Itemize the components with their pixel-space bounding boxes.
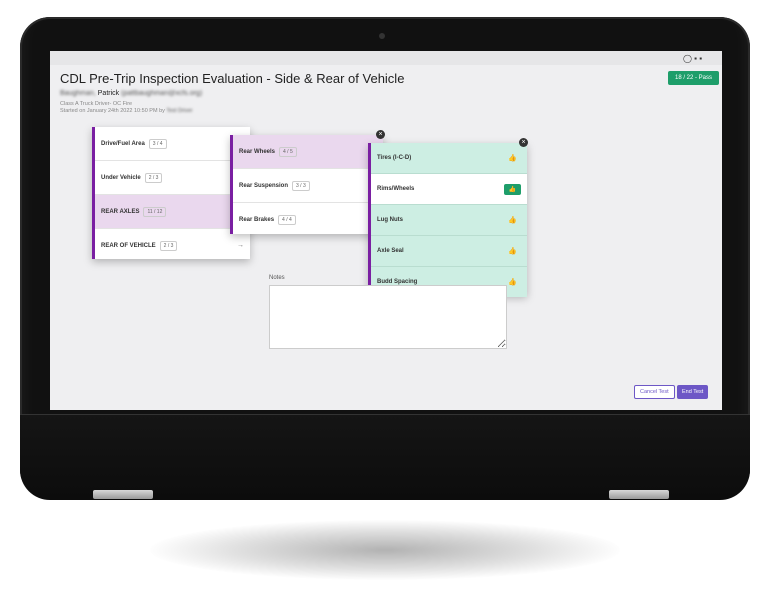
- subcategory-label: Rear Wheels: [239, 148, 276, 155]
- thumbs-up-icon[interactable]: 👍: [508, 278, 517, 286]
- hinge-left: [93, 490, 153, 499]
- app-screen: CDL Pre-Trip Inspection Evaluation - Sid…: [50, 65, 722, 410]
- category-panel: Drive/Fuel Area 3 / 4 Under Vehicle 2 / …: [92, 127, 250, 259]
- item-row[interactable]: Axle Seal 👍: [371, 236, 527, 267]
- category-item[interactable]: Drive/Fuel Area 3 / 4: [95, 127, 250, 161]
- notes-label: Notes: [269, 275, 285, 281]
- close-icon[interactable]: ×: [519, 138, 528, 147]
- category-count: 2 / 3: [144, 172, 163, 183]
- tablet-bezel-bottom: [20, 414, 750, 500]
- item-row[interactable]: Tires (I-C-D) 👍: [371, 143, 527, 174]
- thumbs-up-icon[interactable]: 👍: [508, 216, 517, 224]
- subcategory-panel: Rear Wheels 4 / 5 Rear Suspension 3 / 3 …: [230, 135, 383, 234]
- thumbs-up-icon[interactable]: 👍: [508, 247, 517, 255]
- category-item[interactable]: REAR OF VEHICLE 2 / 3 →: [95, 229, 250, 262]
- category-label: REAR AXLES: [101, 208, 140, 215]
- thumbs-up-button[interactable]: 👍: [503, 183, 521, 195]
- started-text: Started on January 24th 2022 10:50 PM by: [60, 108, 165, 114]
- item-row[interactable]: Lug Nuts 👍: [371, 205, 527, 236]
- item-row[interactable]: Rims/Wheels 👍: [371, 174, 527, 205]
- subcategory-label: Rear Brakes: [239, 216, 275, 223]
- candidate-firstname: Patrick: [97, 90, 120, 97]
- category-label: Under Vehicle: [101, 174, 141, 181]
- page-title: CDL Pre-Trip Inspection Evaluation - Sid…: [60, 71, 405, 86]
- category-item[interactable]: REAR AXLES 11 / 12: [95, 195, 250, 229]
- category-label: REAR OF VEHICLE: [101, 242, 156, 249]
- status-strip: [50, 51, 722, 65]
- system-icons: ◯ ▪ ▪: [683, 54, 703, 63]
- subcategory-count: 4 / 4: [278, 214, 296, 225]
- camera: [379, 33, 385, 39]
- subcategory-label: Rear Suspension: [239, 182, 289, 189]
- category-count: 11 / 12: [143, 206, 167, 217]
- category-item[interactable]: Under Vehicle 2 / 3: [95, 161, 250, 195]
- candidate-lastname: Baughman,: [60, 90, 96, 97]
- category-count: 3 / 4: [148, 138, 167, 149]
- started-line: Started on January 24th 2022 10:50 PM by…: [60, 108, 193, 114]
- started-by: Test Driver: [166, 108, 193, 114]
- category-label: Drive/Fuel Area: [101, 140, 145, 147]
- item-label: Axle Seal: [377, 248, 404, 254]
- device-shadow: [150, 520, 620, 580]
- arrow-right-icon: →: [237, 242, 244, 249]
- subcategory-item[interactable]: Rear Suspension 3 / 3: [233, 169, 383, 203]
- cancel-test-button[interactable]: Cancel Test: [634, 385, 675, 399]
- score-badge: 18 / 22 - Pass: [668, 71, 720, 85]
- item-panel: Tires (I-C-D) 👍 Rims/Wheels 👍 Lug Nuts 👍…: [368, 143, 527, 297]
- item-label: Lug Nuts: [377, 217, 403, 223]
- item-label: Rims/Wheels: [377, 186, 415, 192]
- item-label: Tires (I-C-D): [377, 155, 412, 161]
- subcategory-item[interactable]: Rear Brakes 4 / 4: [233, 203, 383, 236]
- end-test-button[interactable]: End Test: [677, 385, 709, 399]
- candidate-email: (pattbaughman@xcfs.org): [121, 90, 203, 97]
- subcategory-item[interactable]: Rear Wheels 4 / 5: [233, 135, 383, 169]
- candidate-info: Baughman, Patrick (pattbaughman@xcfs.org…: [60, 90, 202, 97]
- thumbs-up-icon[interactable]: 👍: [508, 154, 517, 162]
- subcategory-count: 3 / 3: [292, 180, 310, 191]
- notes-field[interactable]: [269, 285, 507, 349]
- close-icon[interactable]: ×: [376, 130, 385, 139]
- hinge-right: [609, 490, 669, 499]
- subcategory-count: 4 / 5: [279, 146, 297, 157]
- class-line: Class A Truck Driver- OC Fire: [60, 101, 133, 107]
- category-count: 2 / 3: [159, 240, 178, 251]
